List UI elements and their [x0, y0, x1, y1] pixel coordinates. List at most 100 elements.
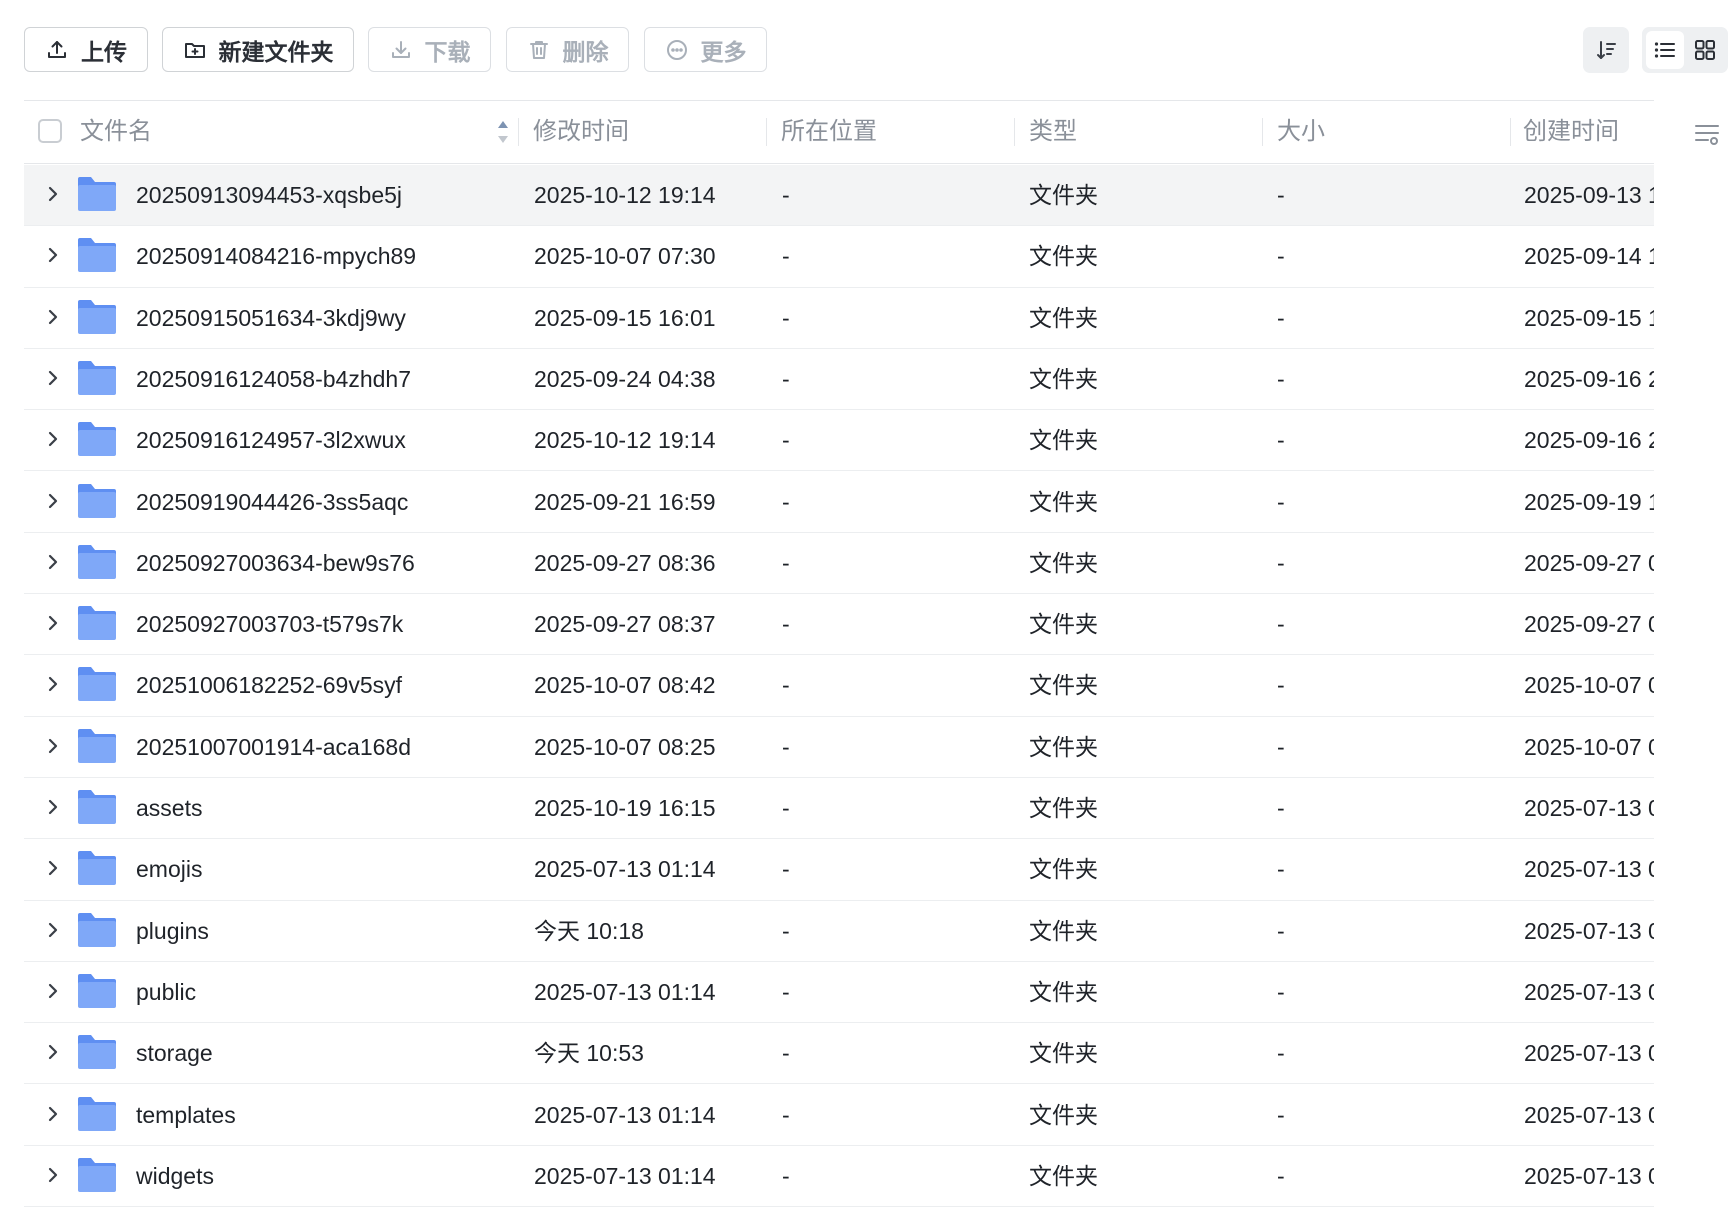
chevron-right-icon[interactable]	[43, 858, 63, 878]
table-header: 文件名 修改时间 所在位置 类型 大小 创建时间	[24, 100, 1654, 164]
file-name[interactable]: widgets	[136, 1146, 214, 1206]
file-name[interactable]: 20251006182252-69v5syf	[136, 655, 402, 715]
chevron-right-icon[interactable]	[43, 491, 63, 511]
file-list: 20250913094453-xqsbe5j 2025-10-12 19:14 - 文…	[24, 165, 1654, 1216]
chevron-right-icon[interactable]	[43, 368, 63, 388]
header-size[interactable]: 大小	[1277, 101, 1325, 163]
file-type: 文件夹	[1029, 365, 1098, 392]
column-divider[interactable]	[518, 118, 519, 146]
location: -	[782, 365, 790, 392]
header-created[interactable]: 创建时间	[1523, 101, 1619, 163]
more-button[interactable]: 更多	[644, 27, 767, 72]
column-divider[interactable]	[1510, 118, 1511, 146]
column-settings-icon[interactable]	[1693, 120, 1721, 148]
file-name[interactable]: 20250914084216-mpych89	[136, 226, 416, 286]
file-size: -	[1277, 733, 1285, 760]
file-name[interactable]: 20250916124957-3l2xwux	[136, 410, 406, 470]
file-name[interactable]: 20250919044426-3ss5aqc	[136, 472, 408, 532]
table-row[interactable]: 20250916124058-b4zhdh7 2025-09-24 04:38 - 文…	[24, 349, 1654, 411]
table-row[interactable]: public 2025-07-13 01:14 - 文件夹 - 2025-07-13 0	[24, 962, 1654, 1024]
chevron-right-icon[interactable]	[43, 1042, 63, 1062]
table-row[interactable]: 20250913094453-xqsbe5j 2025-10-12 19:14 - 文…	[24, 165, 1654, 227]
location: -	[782, 1040, 790, 1067]
header-location[interactable]: 所在位置	[781, 101, 877, 163]
table-row[interactable]: plugins 今天 10:18 - 文件夹 - 2025-07-13 0	[24, 901, 1654, 962]
sort-button[interactable]	[1583, 27, 1629, 73]
table-row[interactable]: emojis 2025-07-13 01:14 - 文件夹 - 2025-07-13 0	[24, 839, 1654, 901]
header-modified[interactable]: 修改时间	[533, 101, 629, 163]
file-type: 文件夹	[1029, 856, 1098, 883]
chevron-right-icon[interactable]	[43, 920, 63, 940]
modified-time: 2025-10-07 08:25	[534, 733, 716, 760]
file-name[interactable]: templates	[136, 1085, 236, 1145]
table-row[interactable]: 20250919044426-3ss5aqc 2025-09-21 16:59 - 文…	[24, 472, 1654, 533]
chevron-right-icon[interactable]	[43, 613, 63, 633]
chevron-right-icon[interactable]	[43, 674, 63, 694]
file-name[interactable]: storage	[136, 1023, 213, 1083]
location: -	[782, 549, 790, 576]
table-row[interactable]: templates 2025-07-13 01:14 - 文件夹 - 2025-07-13…	[24, 1085, 1654, 1146]
table-row[interactable]: widgets 2025-07-13 01:14 - 文件夹 - 2025-07-13 0	[24, 1146, 1654, 1208]
folder-icon	[78, 1096, 116, 1131]
sort-arrows-icon[interactable]	[496, 118, 510, 146]
column-divider[interactable]	[1262, 118, 1263, 146]
header-type[interactable]: 类型	[1029, 101, 1077, 163]
chevron-right-icon[interactable]	[43, 245, 63, 265]
file-name[interactable]: emojis	[136, 839, 202, 899]
chevron-right-icon[interactable]	[43, 552, 63, 572]
column-divider[interactable]	[766, 118, 767, 146]
file-name[interactable]: 20250916124058-b4zhdh7	[136, 349, 411, 409]
table-row[interactable]: 20250914084216-mpych89 2025-10-07 07:30 - 文…	[24, 226, 1654, 288]
file-size: -	[1277, 1101, 1285, 1128]
grid-view-button[interactable]	[1686, 31, 1724, 69]
created-time: 2025-07-13 0	[1524, 1162, 1654, 1189]
chevron-right-icon[interactable]	[43, 1104, 63, 1124]
file-size: -	[1277, 304, 1285, 331]
chevron-right-icon[interactable]	[43, 429, 63, 449]
file-name[interactable]: 20250915051634-3kdj9wy	[136, 288, 406, 348]
more-label: 更多	[700, 38, 747, 65]
chevron-right-icon[interactable]	[43, 307, 63, 327]
folder-icon	[78, 728, 116, 763]
chevron-right-icon[interactable]	[43, 1165, 63, 1185]
table-row[interactable]: 20250927003634-bew9s76 2025-09-27 08:36 - 文…	[24, 533, 1654, 595]
file-name[interactable]: 20250927003703-t579s7k	[136, 594, 403, 654]
new-folder-button[interactable]: 新建文件夹	[162, 27, 354, 72]
chevron-right-icon[interactable]	[43, 736, 63, 756]
modified-time: 2025-10-19 16:15	[534, 795, 716, 821]
folder-icon	[78, 360, 116, 395]
delete-button[interactable]: 删除	[506, 27, 629, 72]
header-name[interactable]: 文件名	[80, 101, 152, 163]
folder-icon	[78, 790, 116, 824]
upload-button[interactable]: 上传	[24, 27, 148, 72]
file-type: 文件夹	[1029, 611, 1098, 638]
chevron-right-icon[interactable]	[43, 184, 63, 204]
table-row[interactable]: 20251007001914-aca168d 2025-10-07 08:25 - 文…	[24, 717, 1654, 778]
file-name[interactable]: 20250927003634-bew9s76	[136, 533, 415, 593]
folder-icon	[78, 1035, 116, 1070]
file-name[interactable]: 20251007001914-aca168d	[136, 717, 411, 777]
file-name[interactable]: 20250913094453-xqsbe5j	[136, 165, 402, 225]
select-all-checkbox[interactable]	[38, 119, 62, 143]
table-row[interactable]: 20250916124957-3l2xwux 2025-10-12 19:14 - 文…	[24, 410, 1654, 472]
file-name[interactable]: public	[136, 962, 196, 1022]
file-type: 文件夹	[1029, 917, 1098, 944]
file-name[interactable]: assets	[136, 778, 202, 838]
list-icon	[1654, 42, 1675, 58]
column-divider[interactable]	[1014, 118, 1015, 146]
chevron-right-icon[interactable]	[43, 981, 63, 1001]
list-view-button[interactable]	[1646, 31, 1684, 69]
download-button[interactable]: 下载	[368, 27, 491, 72]
table-row[interactable]: 20250927003703-t579s7k 2025-09-27 08:37 - 文…	[24, 594, 1654, 656]
trash-icon	[529, 40, 548, 59]
folder-icon	[78, 973, 116, 1008]
file-name[interactable]: plugins	[136, 901, 209, 961]
grid-icon	[1695, 40, 1715, 60]
chevron-right-icon[interactable]	[43, 797, 63, 817]
table-row[interactable]: storage 今天 10:53 - 文件夹 - 2025-07-13 0	[24, 1023, 1654, 1085]
table-row[interactable]: 20251006182252-69v5syf 2025-10-07 08:42 - 文…	[24, 655, 1654, 717]
file-type: 文件夹	[1029, 1162, 1098, 1189]
table-row[interactable]: assets 2025-10-19 16:15 - 文件夹 - 2025-07-13 0	[24, 778, 1654, 840]
folder-icon	[78, 483, 116, 518]
table-row[interactable]: 20250915051634-3kdj9wy 2025-09-15 16:01 - 文…	[24, 288, 1654, 349]
